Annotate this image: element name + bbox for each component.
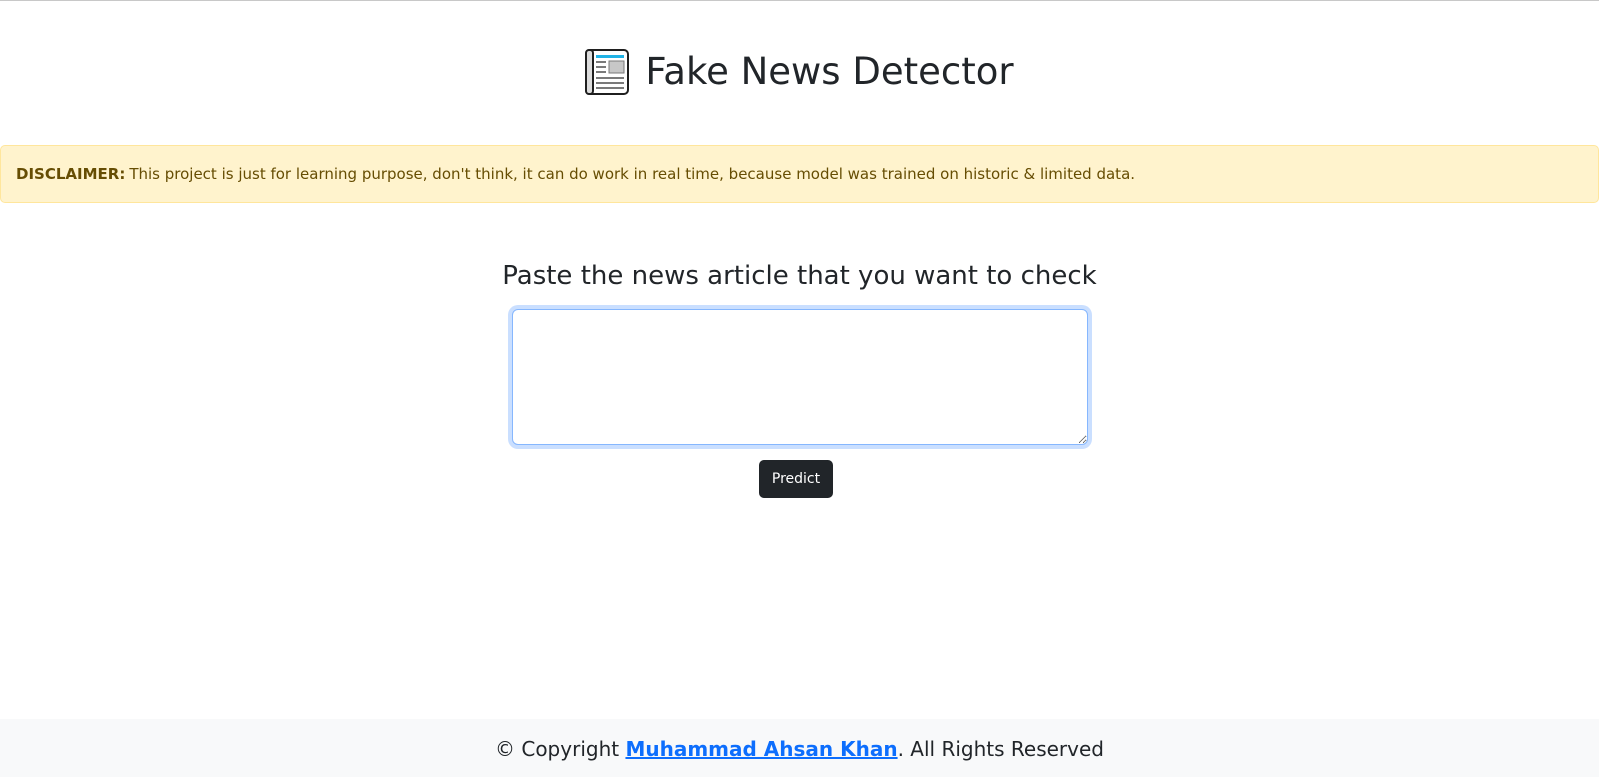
disclaimer-text: This project is just for learning purpos… [129, 165, 1136, 183]
disclaimer-alert: DISCLAIMER: This project is just for lea… [0, 145, 1599, 203]
disclaimer-label: DISCLAIMER: [16, 165, 126, 183]
predict-button[interactable]: Predict [759, 460, 833, 498]
footer-rights-suffix: . All Rights Reserved [897, 736, 1104, 761]
footer-copyright-prefix: © Copyright [495, 736, 620, 761]
newspaper-icon [585, 49, 630, 95]
page-title: Fake News Detector [645, 49, 1014, 93]
author-link[interactable]: Muhammad Ahsan Khan [625, 737, 897, 761]
footer: © Copyright Muhammad Ahsan Khan. All Rig… [0, 719, 1599, 777]
article-input[interactable] [512, 309, 1088, 445]
page: Fake News Detector DISCLAIMER: This proj… [0, 0, 1599, 777]
page-header: Fake News Detector [0, 49, 1599, 95]
form-heading: Paste the news article that you want to … [502, 261, 1097, 291]
